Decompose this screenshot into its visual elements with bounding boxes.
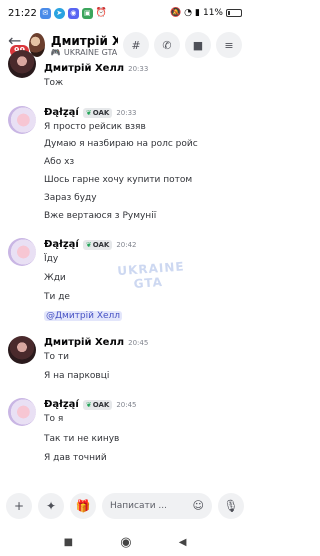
gift-icon: 🎁: [75, 499, 91, 513]
microphone-icon: 🎙: [223, 499, 239, 513]
contact-name-row: Дмитрій Х...›: [51, 34, 118, 48]
status-time: 21:22: [8, 7, 37, 19]
message-time: 20:45: [128, 338, 149, 347]
message-text: Тож: [44, 78, 64, 88]
plus-icon: +: [13, 499, 25, 513]
message-text: Я просто рейсик взяв: [44, 122, 146, 132]
message-text: Ти де: [44, 292, 70, 302]
apps-icon: ✦: [45, 499, 57, 513]
chat-bubble-icon: ✉: [39, 7, 51, 19]
guild-tag-label: OAK: [92, 240, 110, 249]
signal-icon: ▮: [195, 7, 200, 18]
mention-label[interactable]: @Дмитрій Хелл: [44, 311, 123, 321]
battery-percent: 11%: [202, 8, 223, 18]
video-icon: ■: [192, 38, 204, 52]
emoji-icon[interactable]: ☺: [193, 499, 204, 512]
battery-icon: [226, 9, 242, 17]
message-time: 20:33: [116, 108, 137, 117]
message-text: Жди: [44, 273, 66, 283]
telegram-icon: ➤: [53, 7, 65, 19]
threads-icon: #: [131, 38, 141, 52]
avatar[interactable]: [8, 336, 36, 364]
threads-button[interactable]: #: [123, 32, 149, 58]
leaf-icon: ❦: [85, 240, 92, 249]
avatar[interactable]: [8, 50, 36, 78]
contact-name: Дмитрій Х...: [50, 33, 118, 48]
message-text: Вже вертаюся з Румунії: [44, 211, 157, 221]
message-text: Або хз: [44, 157, 75, 167]
message-author[interactable]: Ɖąłẓąí: [44, 239, 79, 250]
message-text: Я дав точний: [44, 453, 107, 463]
message-author[interactable]: Дмитрій Хелл: [44, 63, 124, 74]
activity-label: UKRAINE GTA: [63, 47, 118, 57]
guild-tag[interactable]: ❦ OAK: [82, 399, 113, 410]
status-bar: 21:22 ✉ ➤ ◉ ▣ ⏰ 🔕 ◔ ▮ 11%: [0, 0, 250, 26]
guild-tag-label: OAK: [92, 400, 110, 409]
activity-status: 🎮 UKRAINE GTA: [51, 48, 118, 57]
message-text: Їду: [44, 254, 59, 264]
message-list[interactable]: Дмитрій Хелл 20:33 Тож Ɖąłẓąí ❦ OAK 20:33…: [0, 50, 250, 463]
message-text: То я: [44, 414, 64, 424]
message-author[interactable]: Ɖąłẓąí: [44, 107, 79, 118]
message-text: Думаю я назбираю на ролс ройс: [44, 139, 198, 149]
discord-icon: ◉: [67, 7, 79, 19]
avatar[interactable]: [8, 106, 36, 134]
watermark-logo: UKRAINE GTA: [117, 259, 185, 298]
chat-header: ← 99 Дмитрій Х...› 🎮 UKRAINE GTA # ✆ ■ ≡: [0, 26, 250, 64]
mention[interactable]: @Дмитрій Хелл: [44, 311, 123, 321]
message-time: 20:42: [116, 240, 137, 249]
mute-icon: 🔕: [169, 7, 182, 18]
message-time: 20:33: [128, 64, 149, 73]
guild-tag-label: OAK: [92, 108, 110, 117]
leaf-icon: ❦: [85, 400, 92, 409]
message-author[interactable]: Дмитрій Хелл: [44, 337, 124, 348]
menu-icon: ≡: [224, 38, 234, 52]
message-text: То ти: [44, 352, 69, 362]
gamepad-icon: 🎮: [50, 47, 61, 57]
video-call-button[interactable]: ■: [185, 32, 211, 58]
apps-button[interactable]: ✦: [38, 493, 64, 519]
guild-tag[interactable]: ❦ OAK: [82, 107, 113, 118]
leaf-icon: ❦: [85, 108, 92, 117]
voice-message-button[interactable]: 🎙: [218, 493, 244, 519]
message-text: Шось гарне хочу купити потом: [44, 175, 193, 185]
system-nav-bar: ■ ◉ ◀: [0, 528, 250, 556]
photo-icon: ▣: [81, 7, 93, 19]
message-text: Я на парковці: [44, 371, 110, 381]
message-author[interactable]: Ɖąłẓąí: [44, 399, 79, 410]
message-time: 20:45: [116, 400, 137, 409]
message-composer: + ✦ 🎁 Написати ... ☺ 🎙: [0, 488, 250, 524]
menu-button[interactable]: ≡: [216, 32, 242, 58]
message-input[interactable]: Написати ... ☺: [102, 493, 212, 519]
back-icon[interactable]: ◀: [179, 537, 187, 548]
add-attachment-button[interactable]: +: [6, 493, 32, 519]
message-input-placeholder: Написати ...: [110, 501, 168, 511]
contact-info[interactable]: Дмитрій Х...› 🎮 UKRAINE GTA: [51, 34, 118, 57]
message-text: Зараз буду: [44, 193, 97, 203]
wifi-icon: ◔: [184, 7, 193, 18]
home-icon[interactable]: ◉: [120, 535, 131, 550]
message-text: Так ти не кинув: [44, 434, 120, 444]
recents-icon[interactable]: ■: [64, 537, 73, 548]
avatar[interactable]: [8, 398, 36, 426]
gift-button[interactable]: 🎁: [70, 493, 96, 519]
guild-tag[interactable]: ❦ OAK: [82, 239, 113, 250]
alarm-icon: ⏰: [95, 7, 108, 18]
avatar[interactable]: [8, 238, 36, 266]
phone-icon: ✆: [162, 38, 172, 52]
call-button[interactable]: ✆: [154, 32, 180, 58]
